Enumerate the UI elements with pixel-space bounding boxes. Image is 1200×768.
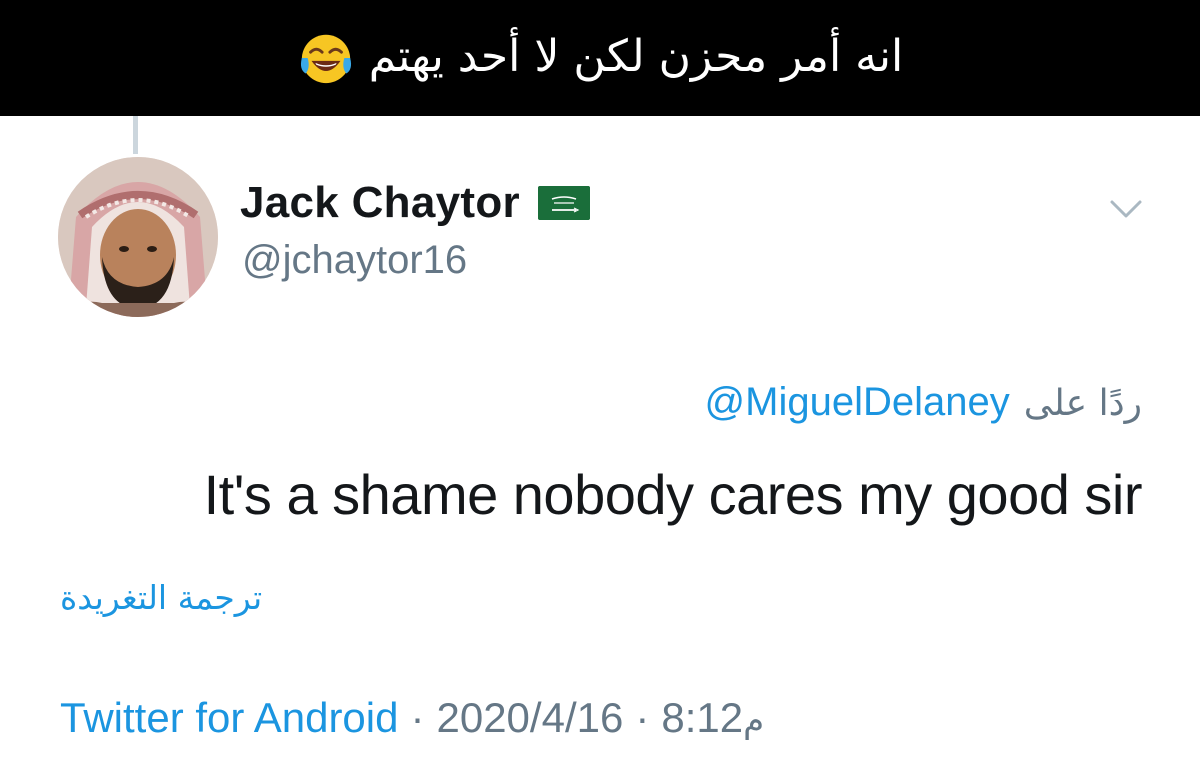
reply-to-user-link[interactable]: @MiguelDelaney: [705, 380, 1010, 425]
avatar[interactable]: [58, 157, 218, 317]
tweet-text: It's a shame nobody cares my good sir: [203, 463, 1143, 526]
tweet-meta: Twitter for Android · 2020/4/16 · م8:12: [60, 694, 774, 742]
thread-connector-line: [133, 116, 138, 154]
reply-context: @MiguelDelaney ردًا على: [705, 380, 1142, 425]
translate-tweet-link[interactable]: ترجمة التغريدة: [60, 578, 262, 617]
reply-prefix: ردًا على: [1023, 383, 1142, 424]
display-name[interactable]: Jack Chaytor: [240, 178, 520, 228]
tweet-date: 2020/4/16: [436, 694, 624, 741]
source-link[interactable]: Twitter for Android: [60, 694, 398, 742]
tweet-time: م8:12: [661, 694, 774, 742]
caption-text: انه أمر محزن لكن لا أحد يهتم: [368, 30, 904, 82]
user-handle[interactable]: @jchaytor16: [242, 238, 467, 283]
face-with-tears-of-joy-icon: [300, 34, 351, 84]
time-value: 8:12: [661, 694, 744, 741]
separator-dot: ·: [635, 694, 650, 741]
separator-dot: ·: [410, 694, 425, 741]
saudi-flag-icon: [537, 186, 590, 220]
display-name-row: Jack Chaytor: [240, 178, 590, 228]
chevron-down-icon[interactable]: [1106, 194, 1146, 224]
caption-content: انه أمر محزن لكن لا أحد يهتم: [297, 29, 904, 87]
ampm-label: م: [743, 701, 765, 741]
caption-bar: انه أمر محزن لكن لا أحد يهتم: [0, 0, 1200, 116]
